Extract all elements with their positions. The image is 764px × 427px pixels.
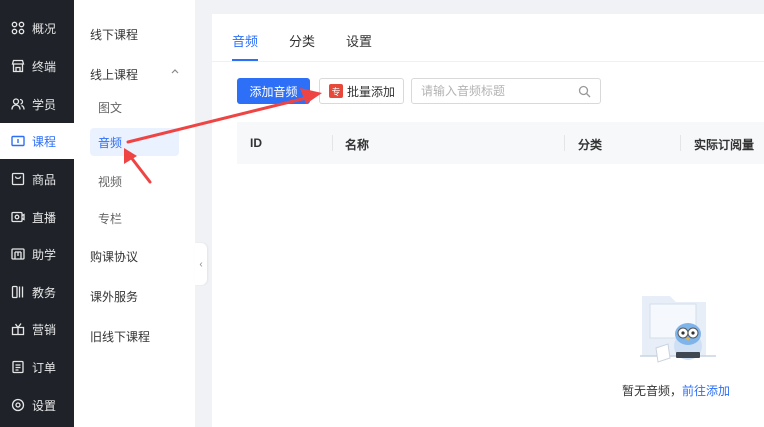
chevron-up-icon[interactable] xyxy=(170,66,180,76)
subnav-online-course[interactable]: 线上课程 xyxy=(90,66,138,83)
order-icon xyxy=(11,360,25,374)
column-header-name: 名称 xyxy=(345,138,370,152)
batch-add-button[interactable]: 专 批量添加 xyxy=(319,78,404,104)
subnav-video[interactable]: 视频 xyxy=(98,173,122,190)
users-icon xyxy=(11,97,25,111)
tab-audio[interactable]: 音频 xyxy=(232,31,258,50)
subnav-offline-course[interactable]: 线下课程 xyxy=(90,26,138,43)
sidebar-item-students[interactable]: 学员 xyxy=(0,86,74,122)
live-icon xyxy=(11,210,25,224)
tab-active-indicator xyxy=(232,59,258,61)
empty-state-text: 暂无音频， xyxy=(622,384,683,398)
marketing-icon xyxy=(11,322,25,336)
chevron-left-icon: ‹ xyxy=(199,258,203,270)
store-icon xyxy=(11,59,25,73)
sidebar-item-label: 终端 xyxy=(32,59,57,74)
column-header-id: ID xyxy=(250,136,262,150)
sidebar-item-overview[interactable]: 概况 xyxy=(0,10,74,46)
sidebar-item-label: 学员 xyxy=(32,97,57,112)
sidebar-item-academic[interactable]: 教务 xyxy=(0,274,74,310)
table-header: ID 名称 分类 实际订阅量 xyxy=(237,122,764,164)
sidebar-item-label: 营销 xyxy=(32,322,57,337)
sidebar-item-study[interactable]: 助学 xyxy=(0,236,74,272)
sidebar-item-label: 概况 xyxy=(32,21,57,36)
subnav-extra-service[interactable]: 课外服务 xyxy=(90,288,138,305)
sidebar-item-course[interactable]: 课程 xyxy=(0,123,74,159)
collapse-subnav-button[interactable]: ‹ xyxy=(195,243,207,285)
sidebar-item-label: 课程 xyxy=(32,134,57,149)
sidebar-item-label: 教务 xyxy=(32,285,57,300)
premium-badge-icon: 专 xyxy=(329,84,343,98)
main-panel: 音频 分类 设置 添加音频 专 批量添加 ID 名称 分类 实际订阅量 暂无音 xyxy=(212,14,764,427)
subnav-agreement[interactable]: 购课协议 xyxy=(90,248,138,265)
sidebar-item-goods[interactable]: 商品 xyxy=(0,161,74,197)
sidebar-item-terminal[interactable]: 终端 xyxy=(0,48,74,84)
course-subnav: 线下课程 线上课程 图文 音频 视频 专栏 购课协议 课外服务 旧线下课程 xyxy=(74,0,195,427)
add-audio-button[interactable]: 添加音频 xyxy=(237,78,310,104)
tab-settings[interactable]: 设置 xyxy=(346,31,372,50)
subnav-column[interactable]: 专栏 xyxy=(98,210,122,227)
subnav-audio[interactable]: 音频 xyxy=(90,128,179,156)
search-box[interactable] xyxy=(411,78,601,104)
column-divider xyxy=(564,135,565,151)
column-divider xyxy=(680,135,681,151)
academic-icon xyxy=(11,285,25,299)
study-icon xyxy=(11,247,25,261)
sidebar-item-settings[interactable]: 设置 xyxy=(0,387,74,423)
empty-state-illustration xyxy=(640,296,716,363)
settings-icon xyxy=(11,398,25,412)
dashboard-icon xyxy=(11,21,25,35)
sidebar-item-label: 商品 xyxy=(32,172,57,187)
sidebar-item-label: 设置 xyxy=(32,398,57,413)
search-input[interactable] xyxy=(421,83,571,99)
tab-category[interactable]: 分类 xyxy=(289,31,315,50)
course-icon xyxy=(11,134,25,148)
goods-icon xyxy=(11,172,25,186)
empty-state-message: 暂无音频，前往添加 xyxy=(622,382,730,399)
batch-add-label: 批量添加 xyxy=(347,84,396,99)
go-add-link[interactable]: 前往添加 xyxy=(682,384,730,398)
sidebar-item-marketing[interactable]: 营销 xyxy=(0,311,74,347)
main-sidebar: 概况 终端 学员 课程 商品 直播 助学 教务 营销 订单 设置 xyxy=(0,0,74,427)
sidebar-item-order[interactable]: 订单 xyxy=(0,349,74,385)
subnav-graphic[interactable]: 图文 xyxy=(98,99,122,116)
subnav-old-offline[interactable]: 旧线下课程 xyxy=(90,328,150,345)
tab-bar: 音频 分类 设置 xyxy=(212,14,764,62)
column-divider xyxy=(332,135,333,151)
column-header-subscriptions: 实际订阅量 xyxy=(694,138,755,152)
sidebar-item-label: 订单 xyxy=(32,360,57,375)
sidebar-item-live[interactable]: 直播 xyxy=(0,199,74,235)
search-icon[interactable] xyxy=(578,85,591,98)
sidebar-item-label: 助学 xyxy=(32,247,57,262)
sidebar-item-label: 直播 xyxy=(32,210,57,225)
column-header-category: 分类 xyxy=(578,138,603,152)
